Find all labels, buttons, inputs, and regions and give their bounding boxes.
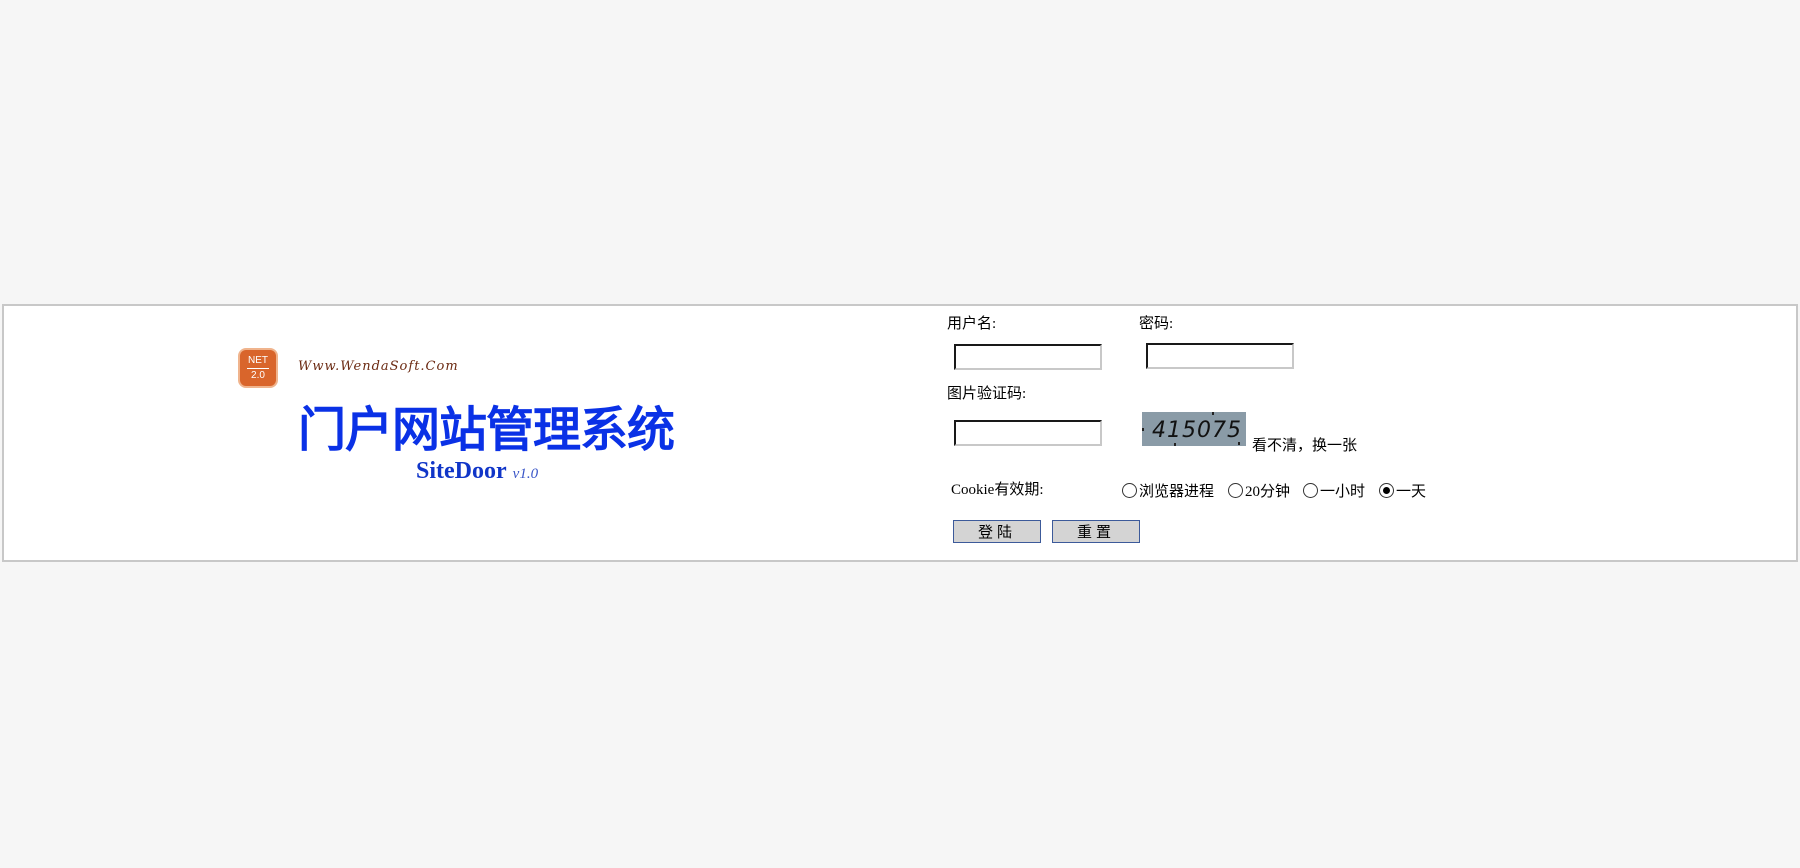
cookie-option-1hour[interactable]: 一小时 [1303,480,1365,501]
captcha-label: 图片验证码: [947,386,1027,402]
cookie-label: Cookie有效期: [951,482,1044,498]
login-panel: NET 2.0 Www.WendaSoft.Com 门户网站管理系统 SiteD… [2,304,1798,562]
logo-title: 门户网站管理系统 [298,402,675,458]
username-input[interactable] [954,344,1102,370]
radio-browser-label: 浏览器进程 [1139,484,1215,500]
captcha-code: 415075 [1152,418,1242,443]
logo-brand: SiteDoor v1.0 [416,458,538,485]
captcha-noise-dot [1238,442,1240,445]
radio-20min[interactable] [1228,483,1243,498]
username-label: 用户名: [947,316,997,332]
radio-1hour-label: 一小时 [1320,484,1366,500]
captcha-input[interactable] [954,420,1102,446]
radio-1day-label: 一天 [1396,484,1427,500]
captcha-image[interactable]: 415075 [1142,412,1246,446]
radio-1hour[interactable] [1303,483,1318,498]
radio-1day[interactable] [1379,483,1394,498]
badge-top-text: NET [248,355,268,366]
captcha-noise-dot [1142,428,1144,431]
net-badge-icon: NET 2.0 [240,350,276,386]
password-input[interactable] [1146,343,1294,369]
cookie-option-20min[interactable]: 20分钟 [1228,480,1290,501]
login-button[interactable]: 登陆 [953,520,1041,543]
captcha-noise-dot [1174,443,1176,446]
badge-bottom-text: 2.0 [247,368,269,383]
captcha-noise-dot [1212,412,1214,415]
site-logo: NET 2.0 Www.WendaSoft.Com 门户网站管理系统 SiteD… [240,350,675,490]
cookie-option-browser[interactable]: 浏览器进程 [1122,480,1214,501]
radio-20min-label: 20分钟 [1245,484,1291,500]
brand-version: v1.0 [512,466,539,482]
reset-button[interactable]: 重置 [1052,520,1140,543]
brand-name: SiteDoor [416,458,507,484]
password-label: 密码: [1139,316,1174,332]
refresh-captcha-link[interactable]: 看不清，换一张 [1252,434,1357,455]
radio-browser[interactable] [1122,483,1137,498]
logo-url: Www.WendaSoft.Com [298,359,459,374]
cookie-option-1day[interactable]: 一天 [1379,480,1426,501]
